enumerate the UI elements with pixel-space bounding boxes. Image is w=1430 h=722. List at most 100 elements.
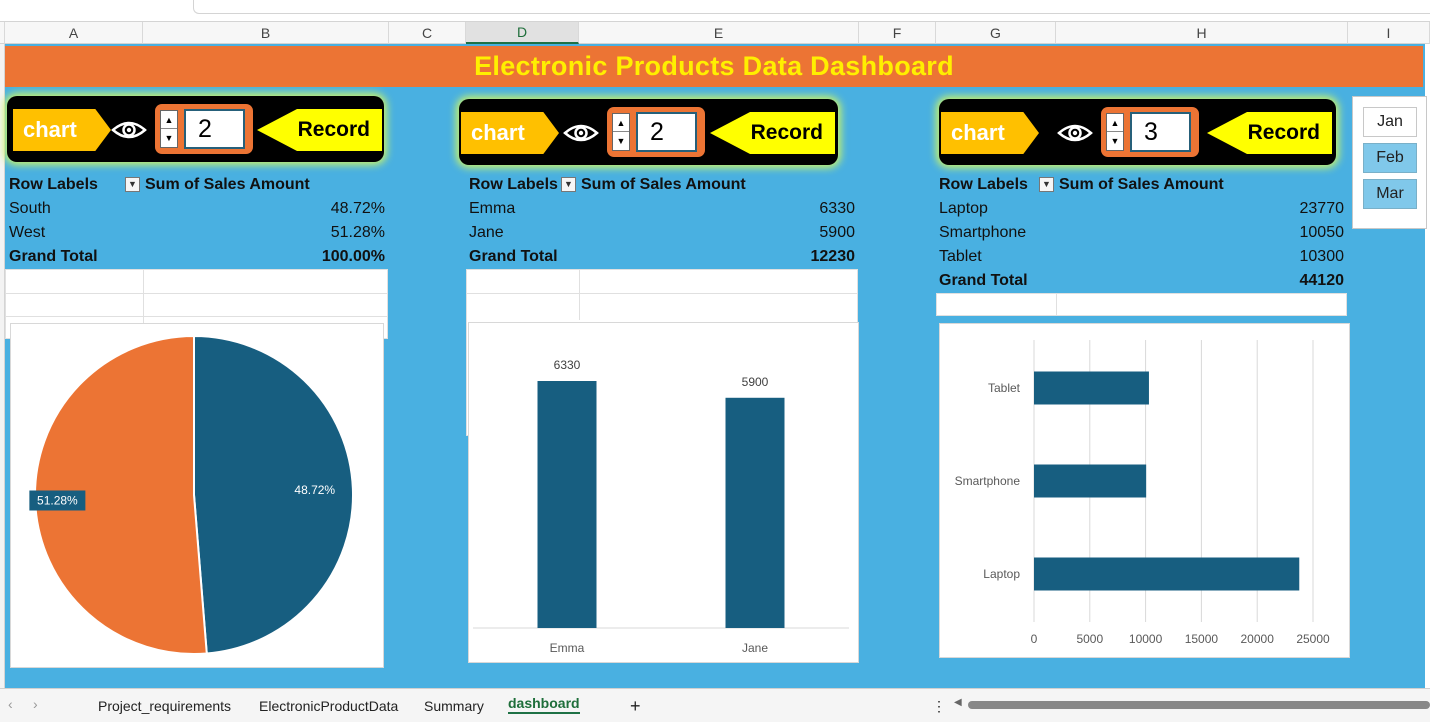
grand-total-label: Grand Total xyxy=(469,248,558,265)
record-button-3[interactable]: Record xyxy=(1207,112,1332,154)
spinner-value-3[interactable]: 3 xyxy=(1130,112,1191,152)
pivot-header-row: Row Labels ▼ Sum of Sales Amount xyxy=(5,173,389,197)
empty-cells[interactable] xyxy=(936,293,1347,316)
data-label: 48.72% xyxy=(294,483,335,497)
spinner-2: ▲ ▼ 2 xyxy=(607,107,705,157)
bar xyxy=(1034,464,1147,498)
spin-arrows-1: ▲ ▼ xyxy=(160,110,178,148)
pivot-header-row: Row Labels ▼ Sum of Sales Amount xyxy=(465,173,859,197)
spinner-value-2[interactable]: 2 xyxy=(636,112,697,152)
pivot-total-row[interactable]: Grand Total 44120 xyxy=(935,269,1348,293)
sum-header: ▼ Sum of Sales Amount xyxy=(125,176,310,194)
pivot-row-label: Jane xyxy=(469,224,504,241)
filter-icon[interactable]: ▼ xyxy=(561,177,576,193)
bar xyxy=(725,397,785,628)
spin-up-icon[interactable]: ▲ xyxy=(613,114,629,132)
pivot-header-row: Row Labels ▼ Sum of Sales Amount xyxy=(935,173,1348,197)
sum-header: ▼ Sum of Sales Amount xyxy=(1039,176,1224,194)
pivot-row[interactable]: Jane 5900 xyxy=(465,221,859,245)
column-header-f[interactable]: F xyxy=(859,22,936,44)
pivot-row[interactable]: Tablet 10300 xyxy=(935,245,1348,269)
pivot-row-label: Laptop xyxy=(939,200,988,217)
record-button-1[interactable]: Record xyxy=(257,109,382,151)
pivot-row-label: South xyxy=(9,200,51,217)
pivot-row-value: 5900 xyxy=(819,224,855,241)
spin-down-icon[interactable]: ▼ xyxy=(161,129,177,147)
dashboard-title-bar: Electronic Products Data Dashboard xyxy=(5,46,1423,87)
column-header-e[interactable]: E xyxy=(579,22,859,44)
slicer-item-mar[interactable]: Mar xyxy=(1363,179,1417,209)
eye-icon[interactable] xyxy=(111,118,147,142)
control-panel-3: chart ▲ ▼ 3 Record xyxy=(939,99,1336,165)
column-header-h[interactable]: H xyxy=(1056,22,1348,44)
spin-down-icon[interactable]: ▼ xyxy=(1107,132,1123,150)
spin-up-icon[interactable]: ▲ xyxy=(161,111,177,129)
filter-icon[interactable]: ▼ xyxy=(125,177,140,193)
pivot-row[interactable]: Emma 6330 xyxy=(465,197,859,221)
data-label: 6330 xyxy=(554,358,581,372)
column-header-c[interactable]: C xyxy=(389,22,466,44)
spin-down-icon[interactable]: ▼ xyxy=(613,132,629,150)
slicer-item-feb[interactable]: Feb xyxy=(1363,143,1417,173)
pivot-total-row[interactable]: Grand Total 100.00% xyxy=(5,245,389,269)
tick-label: 20000 xyxy=(1241,632,1275,646)
slicer-item-jan[interactable]: Jan xyxy=(1363,107,1417,137)
formula-bar[interactable] xyxy=(193,0,1430,14)
row-labels-header: Row Labels xyxy=(9,176,98,193)
chart-button-2[interactable]: chart xyxy=(461,112,559,154)
tick-label: 25000 xyxy=(1296,632,1330,646)
pivot-row-value: 10050 xyxy=(1299,224,1345,241)
prev-sheet-icon[interactable]: ‹ xyxy=(8,696,13,712)
pie-chart-region[interactable]: 48.72% 51.28% xyxy=(10,323,384,668)
product-bar-chart: 0 5000 10000 15000 20000 25000 Laptop Smartphon… xyxy=(955,340,1330,646)
tab-dashboard[interactable]: dashboard xyxy=(508,694,580,714)
pivot-row[interactable]: West 51.28% xyxy=(5,221,389,245)
spinner-1: ▲ ▼ 2 xyxy=(155,104,253,154)
formula-strip xyxy=(0,0,1430,22)
pivot-row[interactable]: South 48.72% xyxy=(5,197,389,221)
column-header-b[interactable]: B xyxy=(143,22,389,44)
pivot-row[interactable]: Laptop 23770 xyxy=(935,197,1348,221)
employee-bar-chart-region[interactable]: 6330 Emma 5900 Jane xyxy=(468,322,859,663)
scroll-left-icon[interactable]: ◀ xyxy=(954,697,962,708)
column-header-g[interactable]: G xyxy=(936,22,1056,44)
spinner-3: ▲ ▼ 3 xyxy=(1101,107,1199,157)
month-slicer: Jan Feb Mar xyxy=(1352,96,1427,229)
record-button-2[interactable]: Record xyxy=(710,112,835,154)
spinner-value-1[interactable]: 2 xyxy=(184,109,245,149)
horizontal-scrollbar[interactable] xyxy=(968,701,1430,709)
tab-project-requirements[interactable]: Project_requirements xyxy=(98,696,231,716)
pivot-row-label: Emma xyxy=(469,200,516,217)
chart-button-3[interactable]: chart xyxy=(941,112,1039,154)
category-label: Laptop xyxy=(983,567,1020,581)
category-label: Emma xyxy=(550,641,585,655)
grand-total-label: Grand Total xyxy=(9,248,98,265)
pivot-table-employee: Row Labels ▼ Sum of Sales Amount Emma 633… xyxy=(465,173,859,269)
category-label: Tablet xyxy=(988,381,1021,395)
eye-icon[interactable] xyxy=(563,121,599,145)
pivot-total-row[interactable]: Grand Total 12230 xyxy=(465,245,859,269)
tab-electronic-product-data[interactable]: ElectronicProductData xyxy=(259,696,398,716)
pivot-row-value: 51.28% xyxy=(330,224,385,241)
pivot-table-product: Row Labels ▼ Sum of Sales Amount Laptop 2… xyxy=(935,173,1348,293)
sum-header-text: Sum of Sales Amount xyxy=(581,176,746,193)
column-header-a[interactable]: A xyxy=(5,22,143,44)
category-label: Smartphone xyxy=(955,474,1021,488)
pivot-row[interactable]: Smartphone 10050 xyxy=(935,221,1348,245)
eye-icon[interactable] xyxy=(1057,121,1093,145)
next-sheet-icon[interactable]: › xyxy=(33,696,38,712)
more-options-icon[interactable]: ⋮ xyxy=(932,696,946,716)
control-panel-1: chart ▲ ▼ 2 Record xyxy=(7,96,384,162)
bar xyxy=(537,381,597,628)
tab-summary[interactable]: Summary xyxy=(424,696,484,716)
column-header-d[interactable]: D xyxy=(466,22,579,44)
pie-chart: 48.72% 51.28% xyxy=(29,334,354,655)
column-header-i[interactable]: I xyxy=(1348,22,1430,44)
add-sheet-button[interactable]: + xyxy=(630,696,641,716)
sum-header-text: Sum of Sales Amount xyxy=(1059,176,1224,193)
chart-button-1[interactable]: chart xyxy=(13,109,111,151)
pivot-row-label: Tablet xyxy=(939,248,982,265)
product-bar-chart-region[interactable]: 0 5000 10000 15000 20000 25000 Laptop Smartphon… xyxy=(939,323,1350,658)
spin-up-icon[interactable]: ▲ xyxy=(1107,114,1123,132)
filter-icon[interactable]: ▼ xyxy=(1039,177,1054,193)
